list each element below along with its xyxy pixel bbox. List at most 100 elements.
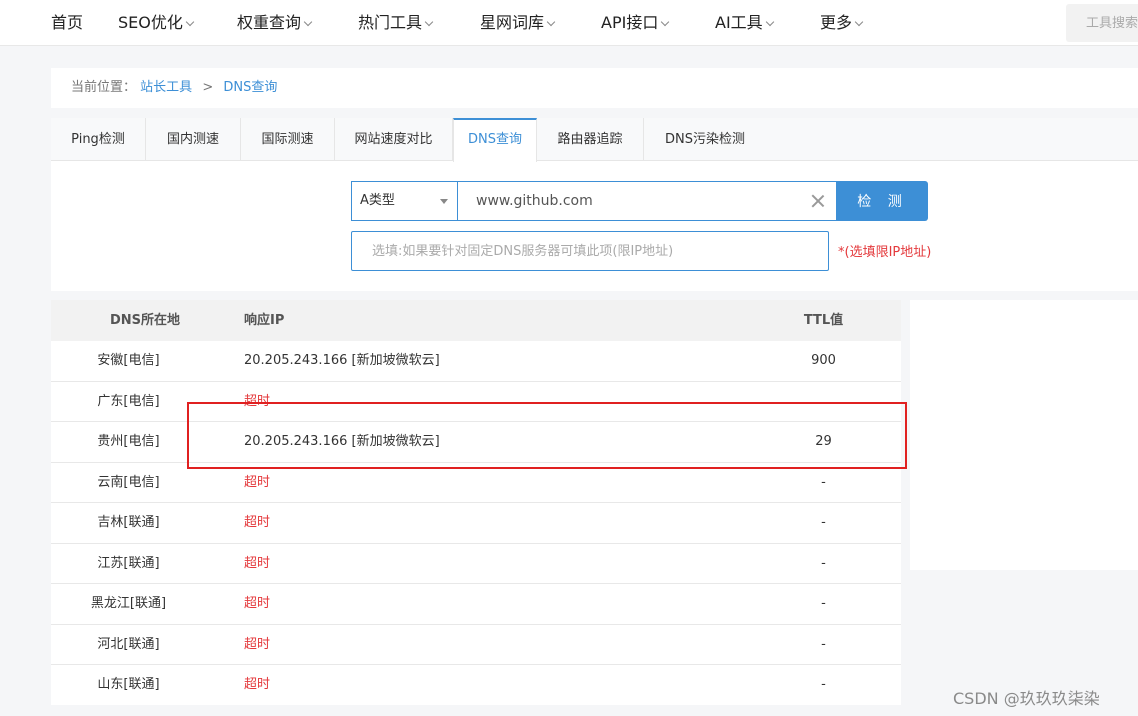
tab-dns-query[interactable]: DNS查询 xyxy=(453,118,537,162)
nav-item-label: API接口 xyxy=(601,13,659,32)
column-header-ip: 响应IP xyxy=(244,313,285,328)
cell-ip: 超时 xyxy=(244,393,271,409)
nav-item-label: 更多 xyxy=(820,13,853,32)
cell-location: 云南[电信] xyxy=(97,474,160,490)
cell-ip: 超时 xyxy=(244,677,271,692)
cell-ip: 超时 xyxy=(244,596,271,611)
cell-ttl: - xyxy=(821,596,826,611)
chevron-down-icon xyxy=(303,17,313,27)
watermark: CSDN @玖玖玖柒染 xyxy=(953,689,1100,708)
dns-server-hint: *(选填限IP地址) xyxy=(838,245,932,260)
tab-label: DNS查询 xyxy=(468,132,522,147)
dns-query-panel: Ping检测 国内测速 国际测速 网站速度对比 DNS查询 路由器追踪 DNS污… xyxy=(51,118,1138,291)
cell-location: 山东[联通] xyxy=(97,677,160,692)
cell-location: 安徽[电信] xyxy=(97,353,160,368)
chevron-down-icon xyxy=(661,17,670,27)
side-panel xyxy=(910,300,1138,570)
cell-ttl: 29 xyxy=(815,434,832,449)
tab-label: 网站速度对比 xyxy=(354,132,433,147)
chevron-down-icon xyxy=(546,17,556,27)
table-row: 贵州[电信] 20.205.243.166 [新加坡微软云] 29 xyxy=(51,422,901,463)
top-navigation: 首页 SEO优化 权重查询 热门工具 星网词库 API接口 AI工具 更多 xyxy=(0,0,1138,46)
detect-button[interactable]: 检 测 xyxy=(837,181,928,221)
cell-ip: 20.205.243.166 [新加坡微软云] xyxy=(244,434,440,449)
column-header-ttl: TTL值 xyxy=(803,313,844,328)
table-row: 黑龙江[联通] 超时 - xyxy=(51,584,901,625)
cell-ip: 超时 xyxy=(244,636,271,652)
chevron-down-icon xyxy=(765,17,774,27)
domain-field xyxy=(457,181,837,221)
cell-location: 河北[联通] xyxy=(97,636,160,652)
tab-dns-pollution[interactable]: DNS污染检测 xyxy=(644,118,766,161)
tab-label: DNS污染检测 xyxy=(665,132,745,147)
table-header: DNS所在地 响应IP TTL值 xyxy=(51,300,901,341)
tab-ping[interactable]: Ping检测 xyxy=(51,118,146,161)
nav-item-api[interactable]: API接口 xyxy=(601,0,670,46)
domain-input[interactable] xyxy=(458,182,798,220)
nav-item-hot-tools[interactable]: 热门工具 xyxy=(358,0,434,46)
cell-ip: 超时 xyxy=(244,515,271,530)
close-icon[interactable] xyxy=(810,193,826,209)
cell-ip: 超时 xyxy=(244,555,271,571)
breadcrumb-separator: > xyxy=(202,80,214,95)
column-header-location: DNS所在地 xyxy=(109,313,181,328)
table-row: 云南[电信] 超时 - xyxy=(51,463,901,503)
table-row: 河北[联通] 超时 - xyxy=(51,625,901,665)
cell-ttl: - xyxy=(821,555,826,571)
nav-item-label: 权重查询 xyxy=(237,13,302,32)
caret-down-icon xyxy=(440,199,448,204)
tool-tabs: Ping检测 国内测速 国际测速 网站速度对比 DNS查询 路由器追踪 DNS污… xyxy=(51,118,1138,162)
tab-label: 国内测速 xyxy=(166,132,219,147)
nav-item-ai-tools[interactable]: AI工具 xyxy=(715,0,774,46)
tool-search-input[interactable] xyxy=(1066,4,1138,42)
nav-item-weight-query[interactable]: 权重查询 xyxy=(237,0,313,46)
cell-ttl: 900 xyxy=(811,353,836,368)
cell-ip: 20.205.243.166 [新加坡微软云] xyxy=(244,353,440,368)
tab-domestic-speed[interactable]: 国内测速 xyxy=(146,118,241,161)
tab-international-speed[interactable]: 国际测速 xyxy=(241,118,335,161)
cell-ttl xyxy=(771,382,876,422)
nav-item-label: 热门工具 xyxy=(358,13,423,32)
tab-label: 国际测速 xyxy=(261,132,314,147)
table-row: 山东[联通] 超时 - xyxy=(51,665,901,706)
cell-ip: 超时 xyxy=(244,474,271,490)
nav-item-more[interactable]: 更多 xyxy=(820,0,864,46)
cell-ttl: - xyxy=(821,515,826,530)
tab-label: Ping检测 xyxy=(71,132,125,147)
cell-ttl: - xyxy=(821,636,826,652)
breadcrumb-link-webmaster-tools[interactable]: 站长工具 xyxy=(140,80,192,95)
table-row: 广东[电信] 超时 xyxy=(51,382,901,422)
chevron-down-icon xyxy=(854,17,864,27)
cell-location: 黑龙江[联通] xyxy=(90,596,167,611)
breadcrumb-prefix: 当前位置： xyxy=(71,80,137,95)
chevron-down-icon xyxy=(424,17,434,27)
tool-search-box xyxy=(1066,4,1138,42)
tab-speed-compare[interactable]: 网站速度对比 xyxy=(335,118,453,161)
nav-item-label: AI工具 xyxy=(715,13,763,32)
table-row: 江苏[联通] 超时 - xyxy=(51,544,901,584)
nav-item-label: 星网词库 xyxy=(480,13,545,32)
nav-item-label: 首页 xyxy=(51,13,84,32)
table-row: 安徽[电信] 20.205.243.166 [新加坡微软云] 900 xyxy=(51,341,901,382)
tab-traceroute[interactable]: 路由器追踪 xyxy=(537,118,644,161)
record-type-value: A类型 xyxy=(360,193,395,208)
cell-ttl: - xyxy=(821,474,826,490)
dns-server-input[interactable] xyxy=(352,232,828,270)
table-row: 吉林[联通] 超时 - xyxy=(51,503,901,544)
nav-item-seo[interactable]: SEO优化 xyxy=(118,0,195,46)
cell-location: 江苏[联通] xyxy=(97,555,160,571)
nav-item-home[interactable]: 首页 xyxy=(51,0,83,46)
nav-item-keyword-library[interactable]: 星网词库 xyxy=(480,0,556,46)
breadcrumb-link-dns-query[interactable]: DNS查询 xyxy=(223,80,277,95)
nav-item-label: SEO优化 xyxy=(118,13,183,32)
cell-location: 吉林[联通] xyxy=(97,515,160,530)
cell-ttl: - xyxy=(821,677,826,692)
dns-server-field xyxy=(351,231,829,271)
cell-location: 广东[电信] xyxy=(97,393,160,409)
tab-label: 路由器追踪 xyxy=(557,132,623,147)
chevron-down-icon xyxy=(185,17,195,27)
record-type-select[interactable]: A类型 xyxy=(351,181,457,221)
results-table: DNS所在地 响应IP TTL值 安徽[电信] 20.205.243.166 [… xyxy=(51,300,901,705)
breadcrumb: 当前位置： 站长工具 > DNS查询 xyxy=(51,68,1138,108)
cell-location: 贵州[电信] xyxy=(97,434,160,449)
